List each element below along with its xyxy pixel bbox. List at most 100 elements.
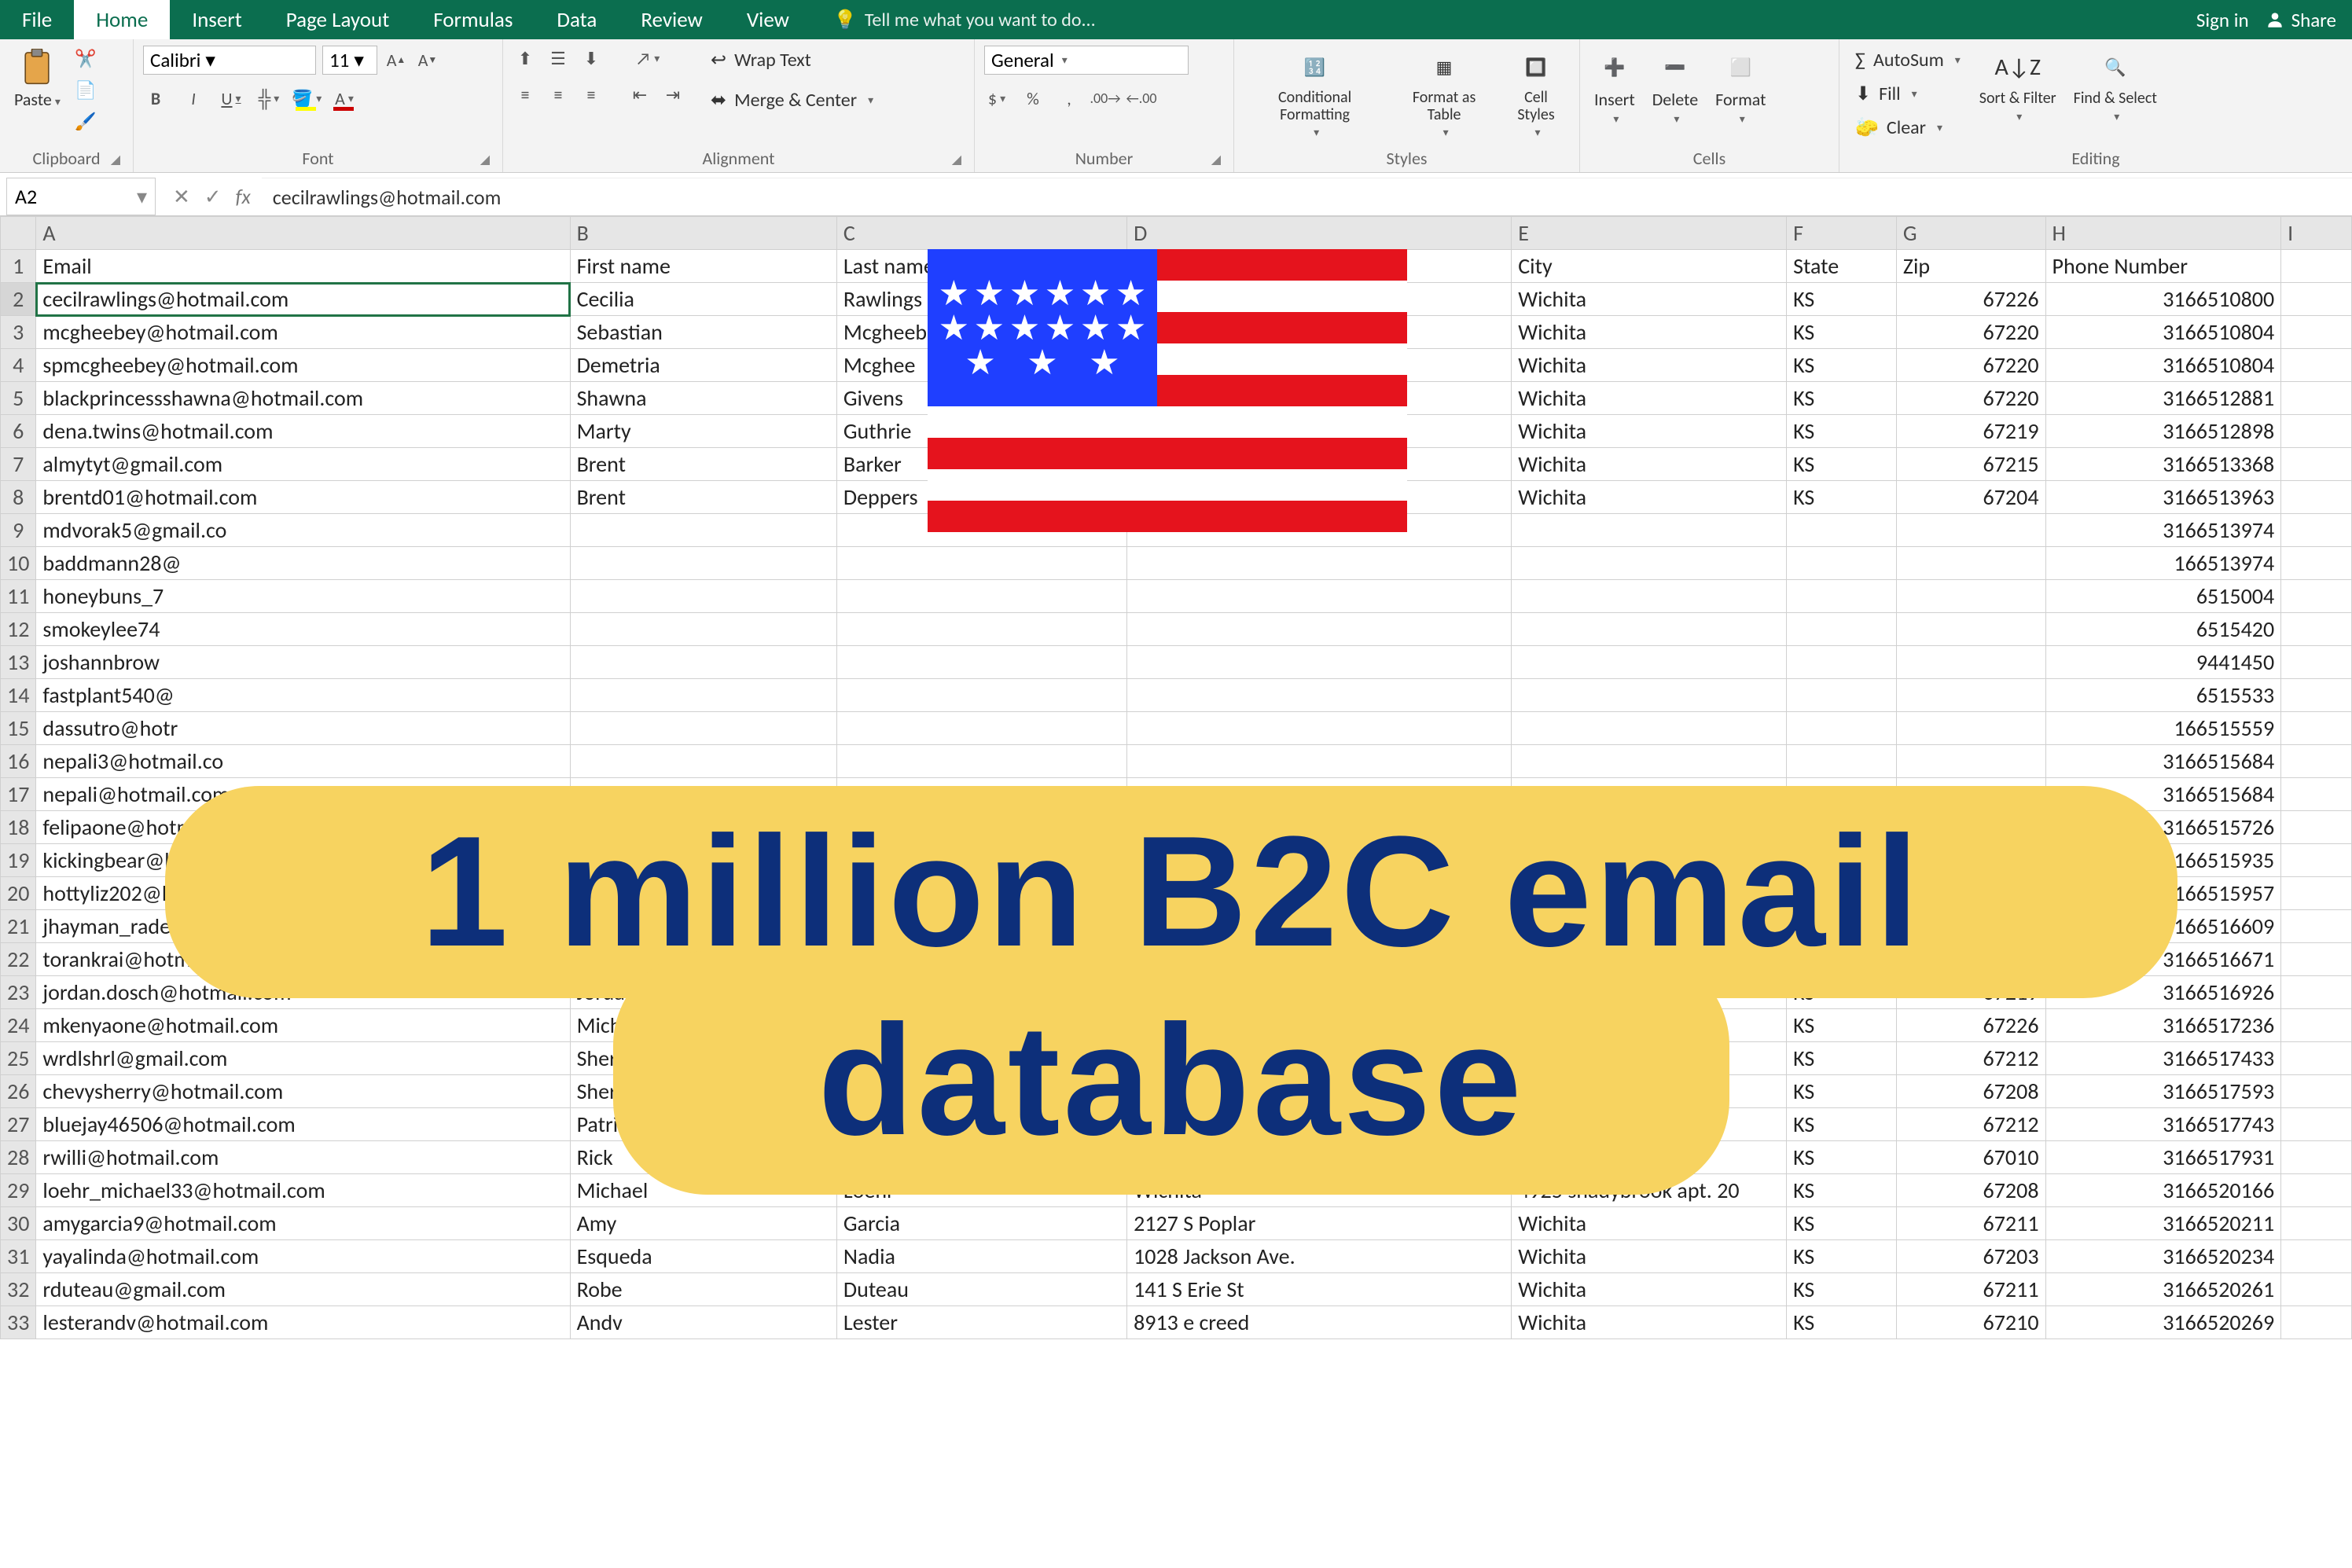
border-button[interactable]: ╬ [256,86,281,111]
cell[interactable]: Cox [836,1108,1126,1141]
cell[interactable]: mdvorak5@gmail.co [36,514,570,547]
cell[interactable]: Wichita [1127,1174,1512,1207]
cell[interactable] [2281,811,2352,844]
row-head[interactable]: 9 [1,514,36,547]
cell[interactable]: Lester [836,1306,1126,1339]
cell[interactable] [2281,415,2352,448]
cell[interactable] [2281,1306,2352,1339]
cell[interactable]: cecilrawlings@hotmail.com [36,283,570,316]
cell[interactable] [2281,910,2352,943]
cell[interactable] [1512,745,1787,778]
cell[interactable] [2281,1141,2352,1174]
cell[interactable] [1127,646,1512,679]
cell[interactable] [1787,547,1897,580]
cell[interactable]: 67212 [1896,910,2045,943]
cell[interactable]: Wichita [1512,1009,1787,1042]
cell[interactable] [1127,547,1512,580]
cell[interactable] [2281,1042,2352,1075]
row-head[interactable]: 31 [1,1240,36,1273]
cell[interactable]: honeybuns_7 [36,580,570,613]
table-row[interactable]: 30amygarcia9@hotmail.comAmyGarcia2127 S … [1,1207,2352,1240]
table-row[interactable]: 16nepali3@hotmail.co3166515684 [1,745,2352,778]
cell[interactable] [1896,580,2045,613]
cell[interactable] [1127,877,1512,910]
font-name-select[interactable]: Calibri▾ [143,46,316,75]
cell[interactable]: KS [1787,316,1897,349]
cell[interactable]: Phone Number [2045,250,2281,283]
cell[interactable]: amygarcia9@hotmail.com [36,1207,570,1240]
cell[interactable] [2281,1240,2352,1273]
table-row[interactable]: 18felipaone@hotmail.comFelipe senKS67208… [1,811,2352,844]
cell[interactable]: 2127 S Poplar [1127,1207,1512,1240]
fill-button[interactable]: ⬇Fill [1849,79,1967,108]
cell[interactable]: Marty [570,415,836,448]
cell[interactable]: 3166513963 [2045,481,2281,514]
cell[interactable] [2281,1108,2352,1141]
cell[interactable]: dena.twins@hotmail.com [36,415,570,448]
cell[interactable] [2281,1273,2352,1306]
cell[interactable]: 67211 [1896,1273,2045,1306]
cell[interactable]: 67220 [1896,316,2045,349]
cell[interactable]: KS [1787,1075,1897,1108]
cell[interactable]: chevysherry@hotmail.com [36,1075,570,1108]
cell[interactable]: fastplant540@ [36,679,570,712]
row-head[interactable]: 30 [1,1207,36,1240]
cell[interactable]: 1001 n. reca [1127,1042,1512,1075]
cell[interactable]: 166515559 [2045,712,2281,745]
cell[interactable] [1512,877,1787,910]
cell[interactable]: 141 S Erie St [1127,1273,1512,1306]
cell[interactable]: Patricia [570,1108,836,1141]
cell[interactable]: 3166510800 [2045,283,2281,316]
cell[interactable]: mcgheebey@hotmail.com [36,316,570,349]
tab-view[interactable]: View [725,0,811,39]
table-row[interactable]: 27bluejay46506@hotmail.comPatriciaCox928… [1,1108,2352,1141]
cell[interactable] [836,844,1126,877]
cell[interactable] [836,547,1126,580]
cell[interactable]: wrdlshrl@gmail.com [36,1042,570,1075]
col-head-d[interactable]: D [1127,217,1512,250]
cell[interactable]: 67219 [1896,415,2045,448]
cell[interactable] [2281,250,2352,283]
enter-icon[interactable]: ✓ [204,184,222,209]
cell[interactable] [1512,679,1787,712]
cell[interactable]: State [1787,250,1897,283]
launcher-icon[interactable]: ◢ [480,152,490,167]
cell[interactable] [1787,646,1897,679]
cell[interactable]: Williams [836,1141,1126,1174]
cell[interactable]: Esqueda [570,1240,836,1273]
increase-font-icon[interactable]: A▲ [384,48,409,73]
cell[interactable]: 9283 4th road [1127,1108,1512,1141]
cell[interactable] [1896,679,2045,712]
table-row[interactable]: 26chevysherry@hotmail.comSherryWilliams4… [1,1075,2352,1108]
table-row[interactable]: 19kickingbear@hotmail.comMarkKS672083166… [1,844,2352,877]
row-head[interactable]: 26 [1,1075,36,1108]
increase-indent-icon[interactable]: ⇥ [660,82,685,107]
cell[interactable]: KS [1787,1009,1897,1042]
cell[interactable] [1127,745,1512,778]
cell[interactable] [570,679,836,712]
cell[interactable] [1512,844,1787,877]
cell[interactable] [2281,943,2352,976]
cell[interactable]: jordan.dosch@hotmail.com [36,976,570,1009]
cell[interactable]: City [1512,250,1787,283]
cell[interactable]: 67212 [1896,1042,2045,1075]
align-top-icon[interactable]: ⬆ [513,46,538,71]
cell[interactable] [1896,547,2045,580]
cell[interactable]: 9441450 [2045,646,2281,679]
cell[interactable]: 6515004 [2045,580,2281,613]
font-size-select[interactable]: 11▾ [322,46,377,75]
col-head-f[interactable]: F [1787,217,1897,250]
cell[interactable] [1512,514,1787,547]
row-head[interactable]: 27 [1,1108,36,1141]
decrease-font-icon[interactable]: A▼ [415,48,440,73]
cell[interactable]: 3166517236 [2045,1009,2281,1042]
cell[interactable] [1787,514,1897,547]
launcher-icon[interactable]: ◢ [111,152,120,167]
cell[interactable]: 67215 [1896,448,2045,481]
cell[interactable] [1127,844,1512,877]
cell[interactable]: 3166515935 [2045,844,2281,877]
cell[interactable]: 3166515684 [2045,778,2281,811]
cell[interactable]: Nadia [836,1240,1126,1273]
table-row[interactable]: 24mkenyaone@hotmail.comMichaelKagiri74 P… [1,1009,2352,1042]
cell[interactable] [1127,976,1512,1009]
